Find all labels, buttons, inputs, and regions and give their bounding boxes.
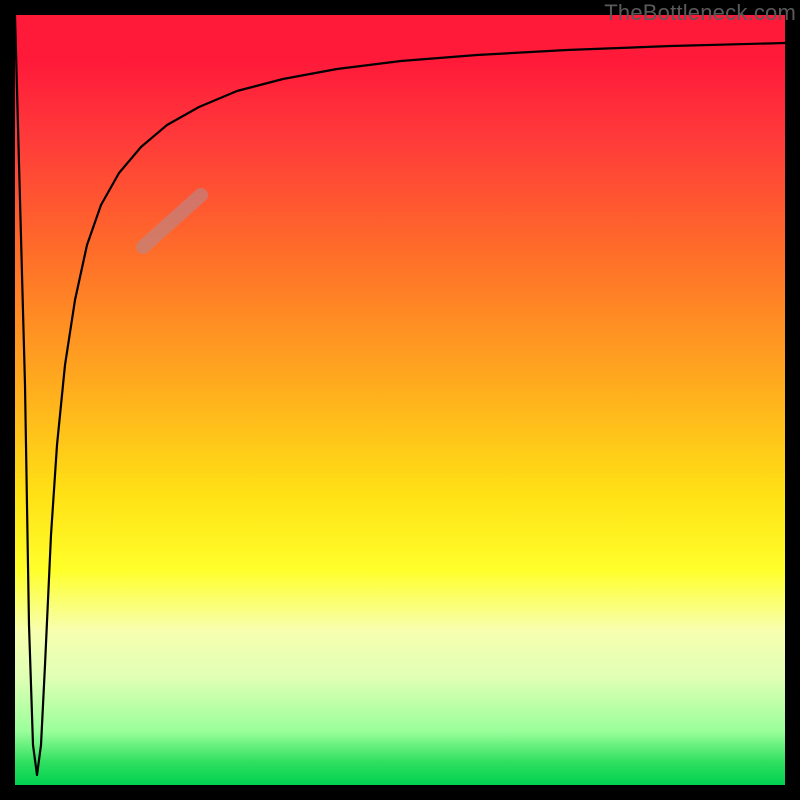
curve-highlight	[143, 195, 201, 247]
chart-svg	[15, 15, 785, 785]
chart-frame: TheBottleneck.com	[0, 0, 800, 800]
plot-area	[15, 15, 785, 785]
attribution-text: TheBottleneck.com	[604, 0, 796, 26]
bottleneck-curve	[15, 15, 785, 775]
